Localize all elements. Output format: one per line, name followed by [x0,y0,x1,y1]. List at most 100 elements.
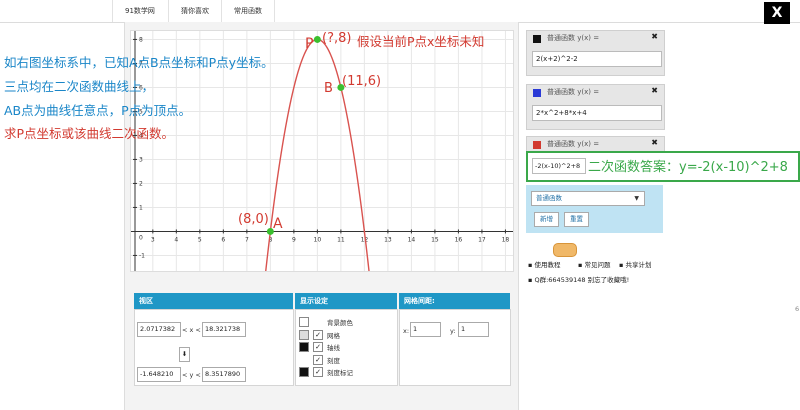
close-icon[interactable]: ✖ [651,86,658,95]
function-expression-input[interactable]: 2*x^2+8*x+4 [532,105,662,121]
qq-group-label: Q群:664539148 别忘了收藏哦! [534,276,630,284]
color-picker-icon[interactable] [533,141,541,149]
display-option-label: 背景颜色 [327,319,353,327]
function-type-label: 普通函数 y(x) = [547,34,600,42]
grid-section-header: 网格间距: [399,293,510,309]
close-button[interactable]: X [764,2,790,24]
function-expression-input[interactable]: -2(x-10)^2+8 [532,158,586,174]
color-swatch[interactable] [299,329,309,340]
color-picker-icon[interactable] [533,89,541,97]
x-tick-label: 14 [408,236,416,243]
y-tick-label: 2 [139,180,143,187]
display-section-header: 显示设定 [295,293,397,309]
y-range-label: < y < [182,371,201,379]
x-tick-label: 6 [221,236,225,243]
y-tick-label: 1 [139,204,143,211]
add-function-panel: 普通函数 ▼ 新增 重置 [526,185,663,233]
problem-line-1: 如右图坐标系中，已知A点B点坐标和P点y坐标。 [4,55,274,70]
x-tick-label: 16 [455,236,463,243]
origin-label: 0 [139,234,143,241]
y-tick-label: -1 [139,252,145,259]
x-tick-label: 9 [292,236,296,243]
answer-text: 二次函数答案：y=-2(x-10)^2+8 [588,160,788,175]
x-tick-label: 17 [478,236,486,243]
grid-y-input[interactable]: 1 [458,322,489,337]
tutorial-link[interactable]: ▪ 使用教程 [528,259,560,269]
function-card-1: 普通函数 y(x) = ✖ 2(x+2)^2-2 [526,30,665,76]
faq-link-label: 常见问题 [584,261,611,269]
nav-link-guess-you-like[interactable]: 猜你喜欢 [168,0,221,22]
qq-group-text: ▪ Q群:664539148 别忘了收藏哦! [528,276,630,284]
grid-y-label: y: [450,327,456,335]
display-option-label: 轴线 [327,344,340,352]
color-picker-icon[interactable] [533,35,541,43]
display-option-label: 刻度标记 [327,369,353,377]
function-card-header: 普通函数 y(x) = ✖ [527,85,664,101]
reset-button[interactable]: 重置 [564,212,589,227]
point-p[interactable] [313,35,321,43]
point-p-letter: P [305,36,314,52]
grid-section: x: 1 y: 1 [399,309,511,386]
y-tick-label: 8 [139,36,143,43]
display-checkbox[interactable]: ✓ [313,329,323,340]
close-icon[interactable]: ✖ [651,138,658,147]
top-nav: 91数学网 猜你喜欢 常用函数 [0,0,800,23]
new-button[interactable]: 新增 [534,212,559,227]
answer-highlight: -2(x-10)^2+8 二次函数答案：y=-2(x-10)^2+8 [526,151,800,182]
function-expression-input[interactable]: 2(x+2)^2-2 [532,51,662,67]
color-swatch[interactable] [299,367,309,377]
x-tick-label: 3 [151,236,155,243]
function-card-header: 普通函数 y(x) = ✖ [527,31,664,47]
function-type-label: 普通函数 y(x) = [547,140,600,148]
point-b-letter: B [324,81,333,96]
x-tick-label: 4 [174,236,178,243]
grid-x-input[interactable]: 1 [410,322,441,337]
problem-question: 求P点坐标或该曲线二次函数。 [4,126,175,141]
tutorial-link-label: 使用教程 [534,261,561,269]
ymax-input[interactable]: 8.3517890 [202,367,246,382]
close-icon[interactable]: ✖ [651,32,658,41]
y-tick-label: 3 [139,156,143,163]
x-tick-label: 11 [337,236,345,243]
display-section: 背景颜色 ✓ 网格 ✓ 轴线 ✓ 刻度 ✓ 刻度标记 [295,309,398,386]
point-a-letter: A [273,216,283,232]
grid-x-label: x: [403,327,410,335]
display-checkbox[interactable]: ✓ [313,342,323,352]
share-link[interactable]: ▪ 共享计划 [619,259,651,269]
view-section-header: 视区 [134,293,293,309]
point-p-coord: (?,8) [322,31,352,46]
view-section: 2.0717382 < x < 18.321738 ⬇ -1.648210 < … [134,309,294,386]
display-option-label: 刻度 [327,356,340,365]
function-card-2: 普通函数 y(x) = ✖ 2*x^2+8*x+4 [526,84,665,130]
nav-link-91math[interactable]: 91数学网 [112,0,167,22]
x-tick-label: 15 [431,236,439,243]
nav-link-common-functions[interactable]: 常用函数 [221,0,275,22]
function-type-select[interactable]: 普通函数 ▼ [531,191,645,206]
xmin-input[interactable]: 2.0717382 [137,322,181,337]
x-tick-label: 13 [384,236,392,243]
point-a-coord: (8,0) [238,212,269,227]
display-checkbox[interactable]: ✓ [313,354,323,365]
problem-line-2: 三点均在二次函数曲线上， [4,79,155,94]
x-tick-label: 5 [198,236,202,243]
mascot-icon [553,243,577,257]
function-type-selected: 普通函数 [536,194,562,202]
point-b-coord: (11,6) [342,74,382,89]
ymin-input[interactable]: -1.648210 [137,367,181,382]
share-link-label: 共享计划 [625,261,652,269]
color-swatch[interactable] [299,342,309,352]
xmax-input[interactable]: 18.321738 [202,322,246,337]
x-range-label: < x < [182,326,201,334]
swap-button[interactable]: ⬇ [179,347,190,362]
display-checkbox[interactable]: ✓ [313,367,323,377]
display-option-label: 网格 [327,331,340,340]
x-tick-label: 18 [502,236,510,243]
side-number: 6 [795,305,800,313]
chevron-down-icon: ▼ [634,195,639,202]
x-tick-label: 10 [314,236,322,243]
faq-link[interactable]: ▪ 常见问题 [578,259,610,269]
x-tick-label: 7 [245,236,249,243]
color-swatch[interactable] [299,317,309,327]
function-type-label: 普通函数 y(x) = [547,88,600,96]
assumption-title: 假设当前P点x坐标未知 [357,34,485,49]
